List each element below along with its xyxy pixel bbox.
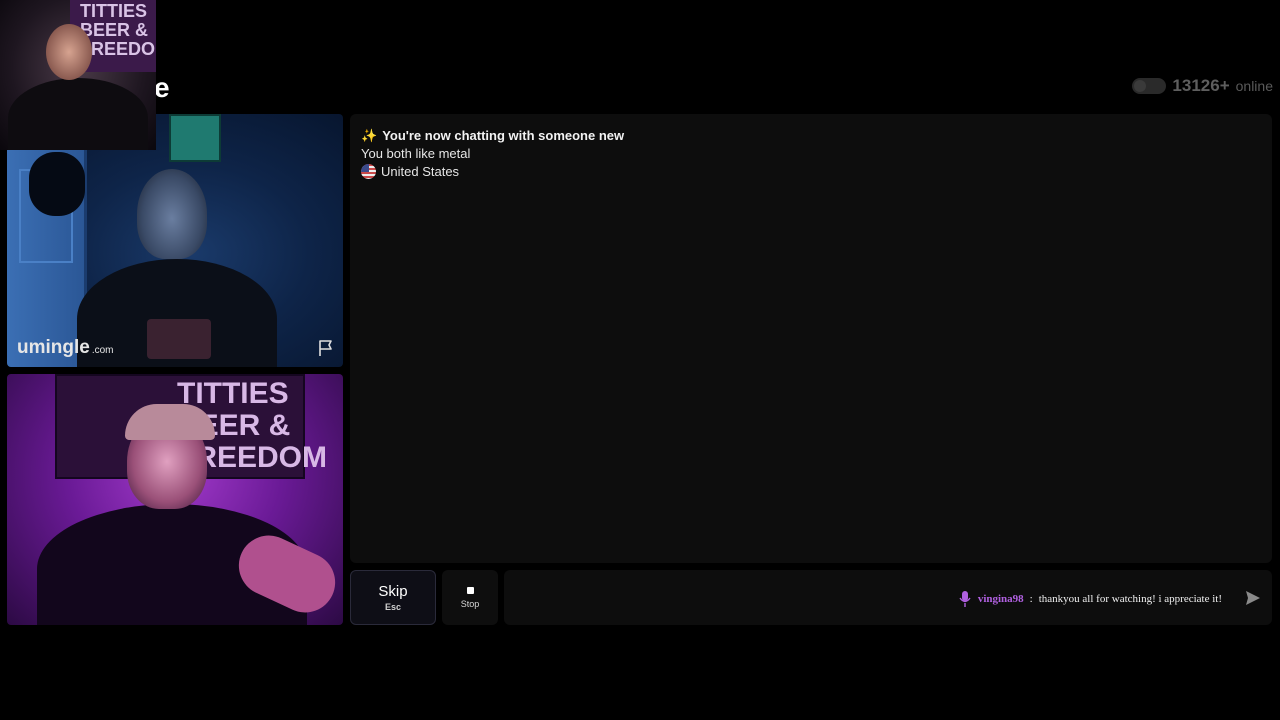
pip-head (46, 24, 92, 80)
skip-shortcut: Esc (384, 601, 401, 612)
stranger-shirt-print (147, 319, 211, 359)
chat-location: United States (361, 163, 1261, 181)
stop-square-icon (466, 586, 474, 594)
microphone-icon (959, 591, 971, 607)
stranger-video: umingle .com (7, 114, 343, 367)
skip-label: Skip (378, 582, 408, 600)
skip-button[interactable]: Skip Esc (350, 570, 436, 625)
online-count: 13126+ (1172, 76, 1230, 95)
video-background-poster (169, 114, 221, 162)
self-video: TITTIES BEER & FREEDOM (7, 374, 343, 625)
chat-panel: ✨ You're now chatting with someone new Yo… (350, 114, 1272, 563)
stop-button[interactable]: Stop (442, 570, 498, 625)
online-label: online (1235, 78, 1273, 94)
umingle-watermark: umingle .com (17, 337, 114, 359)
watermark-name: umingle (17, 337, 90, 358)
online-indicator: 13126+ online (1132, 76, 1273, 96)
video-background-mic (29, 152, 85, 216)
page: e 13126+ online umingle .com TITTIES BEER… (0, 0, 1280, 720)
stranger-head (137, 169, 207, 259)
self-cap (125, 404, 215, 440)
message-input-bar: vingina98 : thankyou all for watching! i… (504, 570, 1272, 625)
watermark-tld: .com (91, 345, 114, 356)
chat-system-message: ✨ You're now chatting with someone new (361, 127, 1261, 145)
sparkles-icon: ✨ (361, 128, 378, 143)
overlay-username: vingina98 (977, 593, 1024, 605)
message-input[interactable] (504, 570, 944, 625)
site-logo-partial: e (154, 72, 170, 103)
stream-chat-overlay: vingina98 : thankyou all for watching! i… (958, 590, 1222, 608)
overlay-separator: : (1029, 593, 1033, 605)
us-flag-icon (361, 164, 376, 179)
send-icon[interactable] (1244, 589, 1262, 607)
toggle-icon[interactable] (1132, 78, 1167, 94)
pip-body (8, 78, 148, 150)
streamer-webcam-overlay: TITTIES BEER & FREEDOM (0, 0, 156, 150)
overlay-message: thankyou all for watching! i appreciate … (1038, 593, 1222, 605)
chat-message-new-partner: You're now chatting with someone new (382, 128, 625, 143)
stop-label: Stop (460, 598, 480, 609)
chat-location-text: United States (381, 164, 460, 179)
chat-message-common-interest: You both like metal (361, 146, 471, 161)
report-flag-icon[interactable] (317, 339, 335, 357)
